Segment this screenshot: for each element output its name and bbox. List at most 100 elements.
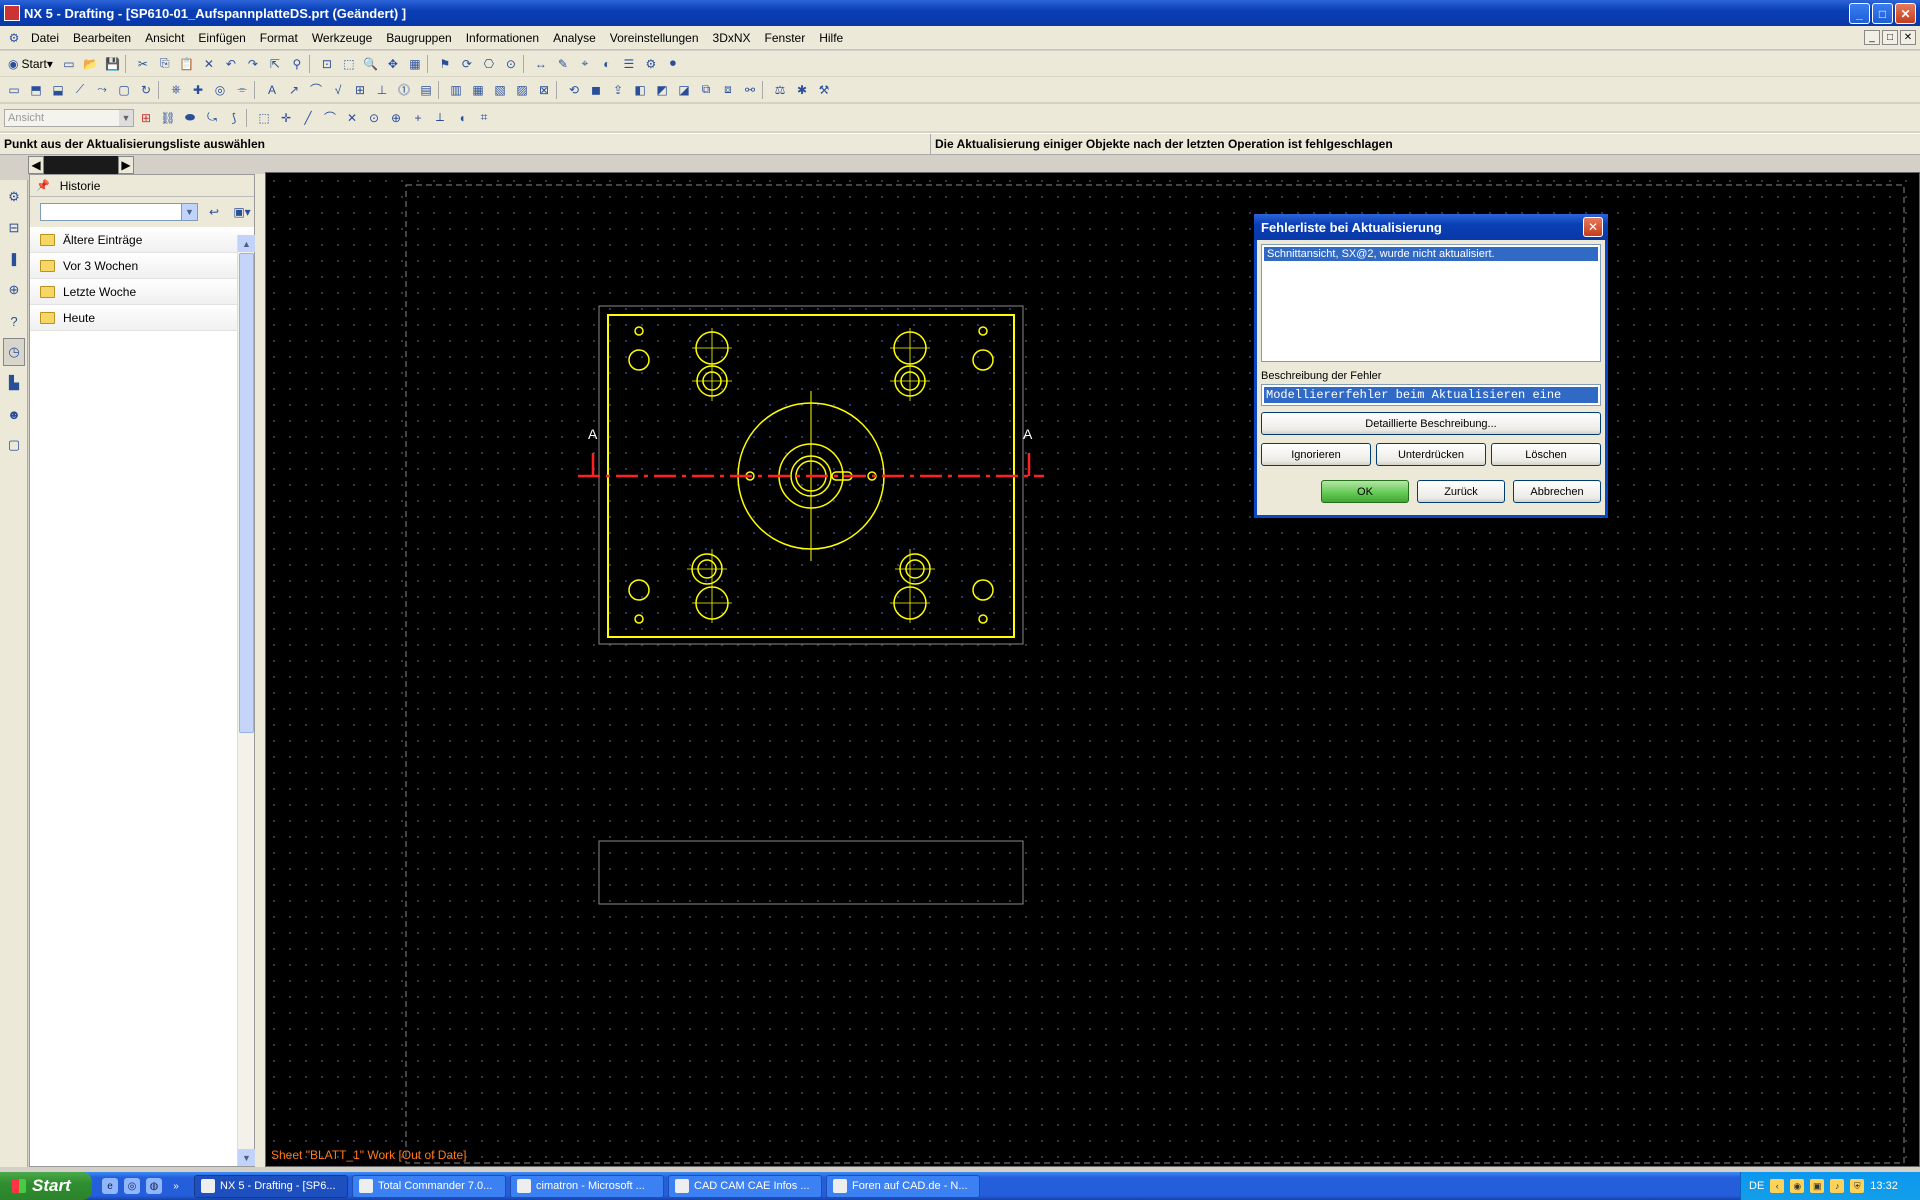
view-options-icon[interactable]: ▣▾ xyxy=(230,202,254,222)
new-file-icon[interactable]: ▭ xyxy=(59,54,79,74)
constraint-icon[interactable]: ⚯ xyxy=(740,80,760,100)
quadrant-icon[interactable]: ⊕ xyxy=(386,108,406,128)
network-icon[interactable]: ▣ xyxy=(1810,1179,1825,1193)
analysis-icon[interactable]: ⚙ xyxy=(641,54,661,74)
section-view-boundary[interactable] xyxy=(598,840,1024,905)
cut-icon[interactable]: ✂ xyxy=(133,54,153,74)
maximize-button[interactable]: □ xyxy=(1872,3,1893,24)
parts-list-icon[interactable]: ▥ xyxy=(446,80,466,100)
menu-werkzeuge[interactable]: Werkzeuge xyxy=(305,31,379,45)
taskbar-item-nx[interactable]: NX 5 - Drafting - [SP6... xyxy=(194,1174,348,1198)
symmetric-icon[interactable]: ⌯ xyxy=(232,80,252,100)
reuse-library-icon[interactable]: ❚ xyxy=(3,245,25,273)
nav-right-arrow-icon[interactable]: ▶ xyxy=(118,156,134,174)
menu-baugruppen[interactable]: Baugruppen xyxy=(379,31,458,45)
export-icon[interactable]: ⇪ xyxy=(608,80,628,100)
undo-icon[interactable]: ↶ xyxy=(221,54,241,74)
system-materials-icon[interactable]: ▢ xyxy=(3,431,25,459)
menu-3dxnx[interactable]: 3DxNX xyxy=(706,31,758,45)
tray-app-icon[interactable]: ◉ xyxy=(1790,1179,1805,1193)
surface-finish-icon[interactable]: √ xyxy=(328,80,348,100)
broken-view-icon[interactable]: ⤳ xyxy=(92,80,112,100)
scroll-up-icon[interactable]: ▲ xyxy=(238,235,255,252)
back-button[interactable]: Zurück xyxy=(1417,480,1505,503)
internet-explorer-icon[interactable]: e xyxy=(102,1178,118,1194)
doc-restore-button[interactable]: □ xyxy=(1882,30,1898,45)
nav-left-arrow-icon[interactable]: ◀ xyxy=(28,156,44,174)
snap-icon[interactable]: ⚲ xyxy=(287,54,307,74)
zoom-icon[interactable]: 🔍 xyxy=(361,54,381,74)
detailed-description-button[interactable]: Detaillierte Beschreibung... xyxy=(1261,412,1601,435)
language-indicator[interactable]: DE xyxy=(1749,1180,1764,1192)
view-select-dropdown[interactable]: Ansicht ▼ xyxy=(4,108,134,127)
section-view-icon[interactable]: ⎔ xyxy=(479,54,499,74)
scroll-thumb[interactable] xyxy=(239,253,254,733)
curve-icon[interactable]: ⤿ xyxy=(202,108,222,128)
arc-icon[interactable]: ⌒ xyxy=(320,108,340,128)
measure-icon[interactable]: ⚖ xyxy=(770,80,790,100)
plus-point-icon[interactable]: + xyxy=(408,108,428,128)
datum-icon[interactable]: ⊥ xyxy=(372,80,392,100)
ignore-button[interactable]: Ignorieren xyxy=(1261,443,1371,466)
roles-icon[interactable]: ☻ xyxy=(3,400,25,428)
copy-icon[interactable]: ⎘ xyxy=(155,54,175,74)
minimize-button[interactable]: _ xyxy=(1849,3,1870,24)
tabular-note-icon[interactable]: ▦ xyxy=(468,80,488,100)
perpendicular-icon[interactable]: ⟂ xyxy=(430,108,450,128)
snap-point-icon[interactable]: ✛ xyxy=(276,108,296,128)
paste-icon[interactable]: 📋 xyxy=(177,54,197,74)
volume-icon[interactable]: ♪ xyxy=(1830,1179,1845,1193)
pin-icon[interactable]: 📌 xyxy=(36,179,50,192)
start-menu-button[interactable]: ◉ Start ▾ xyxy=(4,54,57,74)
app-menu-icon[interactable]: ⚙ xyxy=(4,28,24,48)
back-arrow-icon[interactable]: ↩ xyxy=(206,202,222,222)
history-group-today[interactable]: Heute xyxy=(30,305,254,331)
assembly-icon[interactable]: ⧉ xyxy=(696,80,716,100)
drafting-view-icon[interactable]: ⚑ xyxy=(435,54,455,74)
text-icon[interactable]: A xyxy=(262,80,282,100)
camera-icon[interactable]: ⏺ xyxy=(663,54,683,74)
symbol-icon[interactable]: ⌖ xyxy=(575,54,595,74)
line-icon[interactable]: ╱ xyxy=(298,108,318,128)
zoom-area-icon[interactable]: ⬚ xyxy=(339,54,359,74)
history-icon[interactable]: ◷ xyxy=(3,338,25,366)
history-group-older[interactable]: Ältere Einträge xyxy=(30,227,254,253)
menu-ansicht[interactable]: Ansicht xyxy=(138,31,191,45)
rotate-icon[interactable]: ⟲ xyxy=(564,80,584,100)
menu-bearbeiten[interactable]: Bearbeiten xyxy=(66,31,138,45)
save-icon[interactable]: 💾 xyxy=(103,54,123,74)
menu-format[interactable]: Format xyxy=(253,31,305,45)
center-point-icon[interactable]: ⊙ xyxy=(364,108,384,128)
open-file-icon[interactable]: 📂 xyxy=(81,54,101,74)
taskbar-item-cimatron[interactable]: cimatron - Microsoft ... xyxy=(510,1174,664,1198)
menu-fenster[interactable]: Fenster xyxy=(758,31,813,45)
taskbar-item-foren-cad[interactable]: Foren auf CAD.de - N... xyxy=(826,1174,980,1198)
dialog-close-icon[interactable]: ✕ xyxy=(1583,217,1603,237)
link-icon[interactable]: ⛓ xyxy=(158,108,178,128)
pan-icon[interactable]: ✥ xyxy=(383,54,403,74)
history-group-last-week[interactable]: Letzte Woche xyxy=(30,279,254,305)
projected-view-icon[interactable]: ⬓ xyxy=(48,80,68,100)
shape-c-icon[interactable]: ◪ xyxy=(674,80,694,100)
delete-button[interactable]: Löschen xyxy=(1491,443,1601,466)
web-browser-icon[interactable]: ⊕ xyxy=(3,276,25,304)
delete-icon[interactable]: ✕ xyxy=(199,54,219,74)
windows-start-button[interactable]: Start xyxy=(0,1172,92,1200)
ok-button[interactable]: OK xyxy=(1321,480,1409,503)
centerline-icon[interactable]: ✚ xyxy=(188,80,208,100)
sheet-icon[interactable]: ▭ xyxy=(4,80,24,100)
existing-point-icon[interactable]: ⌗ xyxy=(474,108,494,128)
close-button[interactable]: ✕ xyxy=(1895,3,1916,24)
detail-view-icon[interactable]: ⊙ xyxy=(501,54,521,74)
tangent-icon[interactable]: ◖ xyxy=(452,108,472,128)
face-icon[interactable]: ⬬ xyxy=(180,108,200,128)
history-group-3-weeks[interactable]: Vor 3 Wochen xyxy=(30,253,254,279)
hole-table-icon[interactable]: ▧ xyxy=(490,80,510,100)
table-icon[interactable]: ▤ xyxy=(416,80,436,100)
history-filter-combo[interactable]: ▼ xyxy=(40,203,198,221)
tray-arrow-icon[interactable]: ‹ xyxy=(1770,1179,1785,1193)
outlook-icon[interactable]: ◎ xyxy=(124,1178,140,1194)
menu-voreinstellungen[interactable]: Voreinstellungen xyxy=(603,31,706,45)
help-icon[interactable]: ? xyxy=(3,307,25,335)
palette-icon[interactable]: ▙ xyxy=(3,369,25,397)
